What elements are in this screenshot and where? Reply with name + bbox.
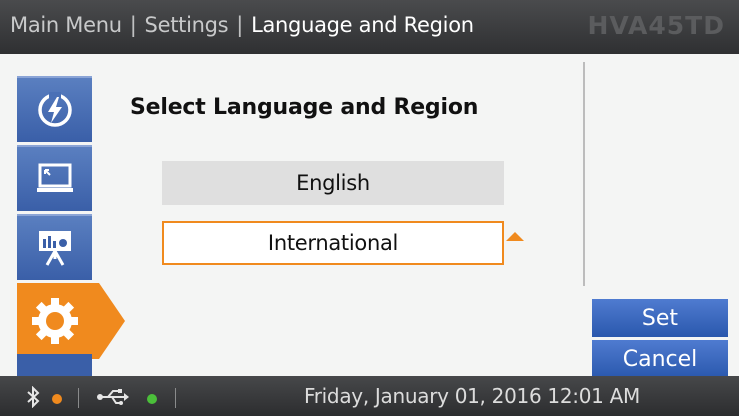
vertical-divider [583,62,585,286]
nav-item-display[interactable] [17,145,92,211]
nav-item-presentation[interactable] [17,214,92,280]
usb-status-dot [147,394,157,404]
breadcrumb: Main Menu | Settings | Language and Region [10,13,474,37]
breadcrumb-separator: | [236,13,244,37]
breadcrumb-current: Language and Region [251,13,474,37]
power-bolt-icon [37,92,72,127]
gear-icon [32,298,78,344]
breadcrumb-settings[interactable]: Settings [145,13,229,37]
status-datetime: Friday, January 01, 2016 12:01 AM [304,384,640,408]
model-name: HVA45TD [587,11,725,40]
nav-item-settings[interactable] [17,283,125,359]
page-title: Select Language and Region [130,95,479,120]
option-international-label: International [267,231,399,255]
presentation-icon [38,231,71,266]
bluetooth-status-dot [52,394,62,404]
scroll-up-arrow-icon[interactable] [506,232,524,241]
device-screen: Main Menu | Settings | Language and Region H… [0,0,739,416]
nav-item-power[interactable] [17,76,92,142]
option-english-label: English [296,171,370,195]
breadcrumb-separator: | [129,13,137,37]
side-nav [0,54,125,376]
set-button[interactable]: Set [592,299,728,337]
monitor-icon [36,163,73,192]
option-english[interactable]: English [162,161,504,205]
usb-icon [97,389,129,405]
nav-active-tab [17,283,125,359]
cancel-button[interactable]: Cancel [592,340,728,378]
option-international[interactable]: International [162,221,504,265]
status-separator [175,388,176,408]
breadcrumb-main-menu[interactable]: Main Menu [10,13,122,37]
bluetooth-icon [27,386,40,408]
header-bar: Main Menu | Settings | Language and Region H… [0,0,739,54]
status-bar: Friday, January 01, 2016 12:01 AM [0,376,739,416]
status-separator [78,388,79,408]
nav-footer-strip [17,354,92,376]
